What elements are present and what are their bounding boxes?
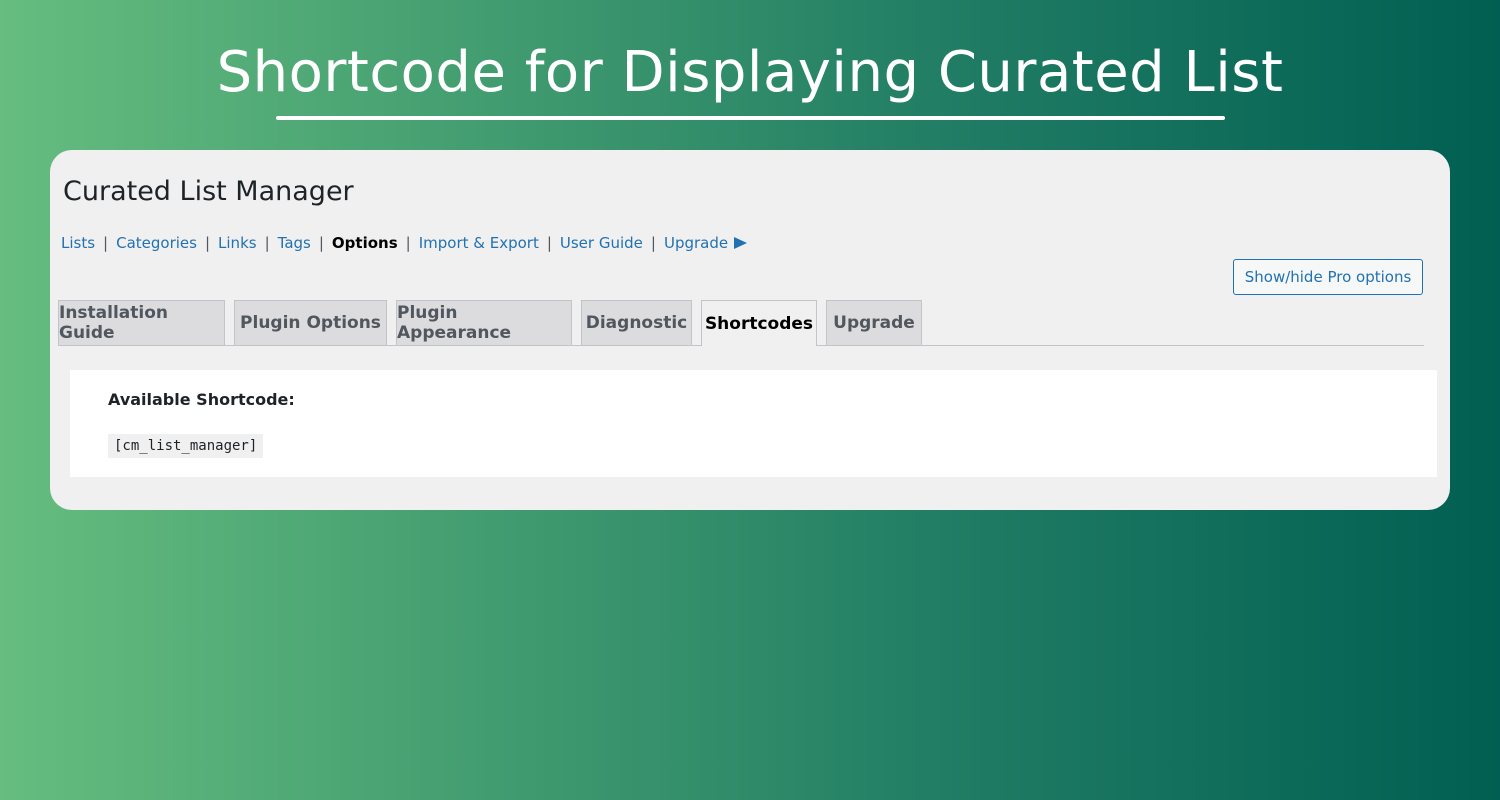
arrow-right-icon xyxy=(734,237,748,249)
subnav-current-options: Options xyxy=(331,234,398,252)
subnav-link-upgrade-label: Upgrade xyxy=(663,234,729,252)
show-hide-pro-options-button[interactable]: Show/hide Pro options xyxy=(1233,259,1423,295)
subnav-separator: | xyxy=(650,234,656,252)
tab-installation-guide[interactable]: Installation Guide xyxy=(58,300,225,345)
subnav-link-links[interactable]: Links xyxy=(218,234,257,252)
available-shortcode-heading: Available Shortcode: xyxy=(108,390,295,409)
page-title: Curated List Manager xyxy=(63,176,354,207)
subnav: Lists | Categories | Links | Tags | Opti… xyxy=(61,234,748,252)
tab-plugin-options[interactable]: Plugin Options xyxy=(234,300,387,345)
shortcode-code: [cm_list_manager] xyxy=(108,434,264,458)
tab-shortcodes[interactable]: Shortcodes xyxy=(701,300,817,346)
subnav-separator: | xyxy=(103,234,109,252)
banner-title: Shortcode for Displaying Curated List xyxy=(216,40,1284,105)
subnav-link-user-guide[interactable]: User Guide xyxy=(560,234,643,252)
subnav-link-upgrade[interactable]: Upgrade xyxy=(663,234,748,252)
subnav-link-import-export[interactable]: Import & Export xyxy=(419,234,539,252)
subnav-separator: | xyxy=(318,234,324,252)
subnav-separator: | xyxy=(204,234,211,252)
tab-plugin-appearance[interactable]: Plugin Appearance xyxy=(396,300,572,345)
banner-underline xyxy=(276,116,1225,120)
subnav-separator: | xyxy=(546,234,552,252)
subnav-link-categories[interactable]: Categories xyxy=(116,234,197,252)
options-tabs: Installation Guide Plugin Options Plugin… xyxy=(58,300,1424,346)
subnav-separator: | xyxy=(405,234,411,252)
subnav-separator: | xyxy=(264,234,270,252)
subnav-link-tags[interactable]: Tags xyxy=(278,234,311,252)
tab-diagnostic[interactable]: Diagnostic xyxy=(581,300,692,345)
subnav-link-lists[interactable]: Lists xyxy=(61,234,95,252)
plugin-panel: Curated List Manager Lists | Categories … xyxy=(50,150,1450,510)
tab-upgrade[interactable]: Upgrade xyxy=(826,300,922,345)
shortcodes-content: Available Shortcode: [cm_list_manager] xyxy=(70,370,1437,477)
